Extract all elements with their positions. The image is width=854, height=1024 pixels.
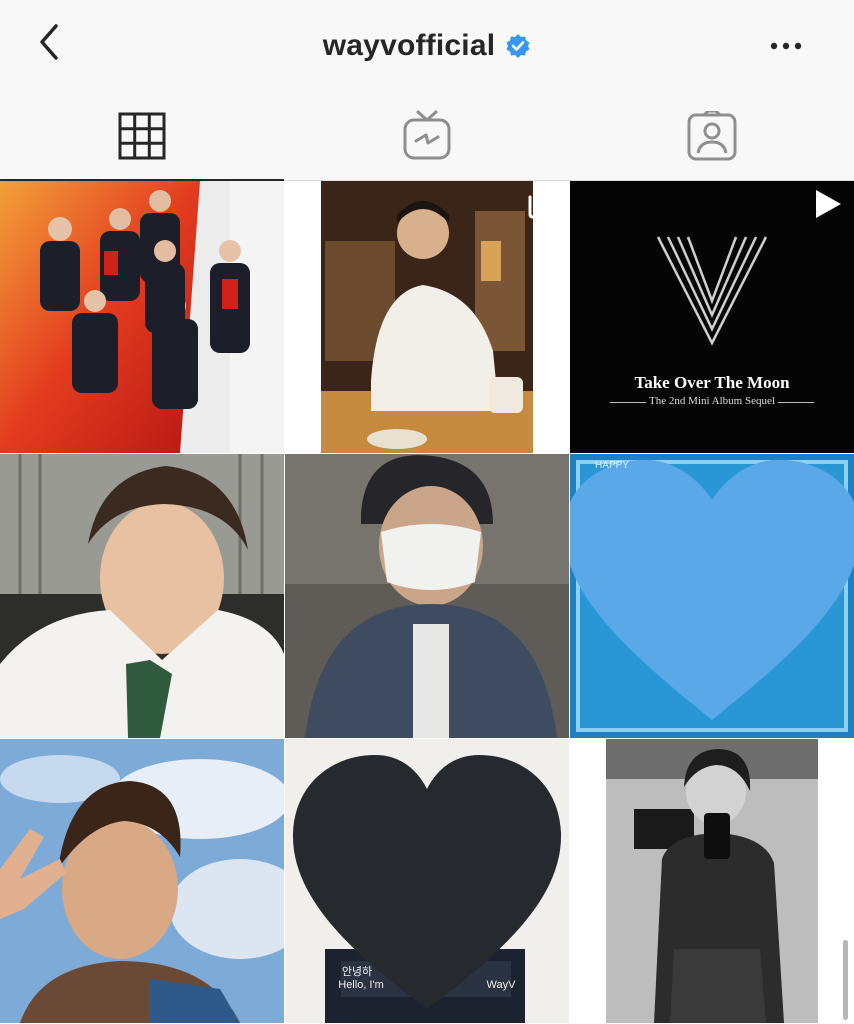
post-tile[interactable]: [285, 181, 569, 453]
top-bar: wayvofficial: [0, 0, 854, 92]
post-image-heart-blue: [570, 454, 854, 738]
post-image-group: [0, 181, 284, 453]
post-tile[interactable]: [285, 454, 569, 738]
post-image-album-art: [570, 181, 854, 453]
igtv-icon: [403, 110, 451, 160]
profile-tabs: [0, 92, 854, 181]
multiple-posts-icon: [528, 190, 556, 219]
album-title: Take Over The Moon: [634, 373, 790, 392]
post-tile[interactable]: [0, 181, 284, 453]
post-tile[interactable]: 안녕하 Hello, I'm WayV: [285, 739, 569, 1023]
post-caption: HAPPY: [595, 460, 629, 471]
post-image-cafe: [285, 181, 569, 453]
post-caption-tail: WayV: [486, 979, 516, 991]
more-horizontal-icon: [770, 42, 802, 50]
verified-badge-icon: [506, 34, 530, 58]
tagged-icon: [687, 111, 737, 161]
grid-icon: [118, 112, 166, 160]
more-options-button[interactable]: [768, 34, 808, 58]
post-tile[interactable]: Take Over The Moon The 2nd Mini Album Se…: [570, 181, 854, 453]
tab-tagged[interactable]: [570, 92, 854, 180]
post-tile[interactable]: [0, 454, 284, 738]
post-caption-line1: 안녕하: [341, 966, 373, 978]
tab-posts-grid[interactable]: [0, 92, 284, 181]
divider: [778, 402, 814, 403]
tab-igtv[interactable]: [285, 92, 569, 180]
post-image-portrait: [0, 454, 284, 738]
album-subtitle: The 2nd Mini Album Sequel: [649, 395, 775, 407]
post-tile[interactable]: HAPPY: [570, 454, 854, 738]
post-image-masked: [285, 454, 569, 738]
scrollbar[interactable]: [843, 940, 848, 1020]
post-tile[interactable]: [570, 739, 854, 1023]
post-image-peace-sign: [0, 739, 284, 1023]
post-image-mirror-selfie: [570, 739, 854, 1023]
posts-grid: Take Over The Moon The 2nd Mini Album Se…: [0, 181, 854, 1024]
play-icon: [816, 190, 841, 218]
post-tile[interactable]: [0, 739, 284, 1023]
profile-username: wayvofficial: [322, 29, 496, 62]
